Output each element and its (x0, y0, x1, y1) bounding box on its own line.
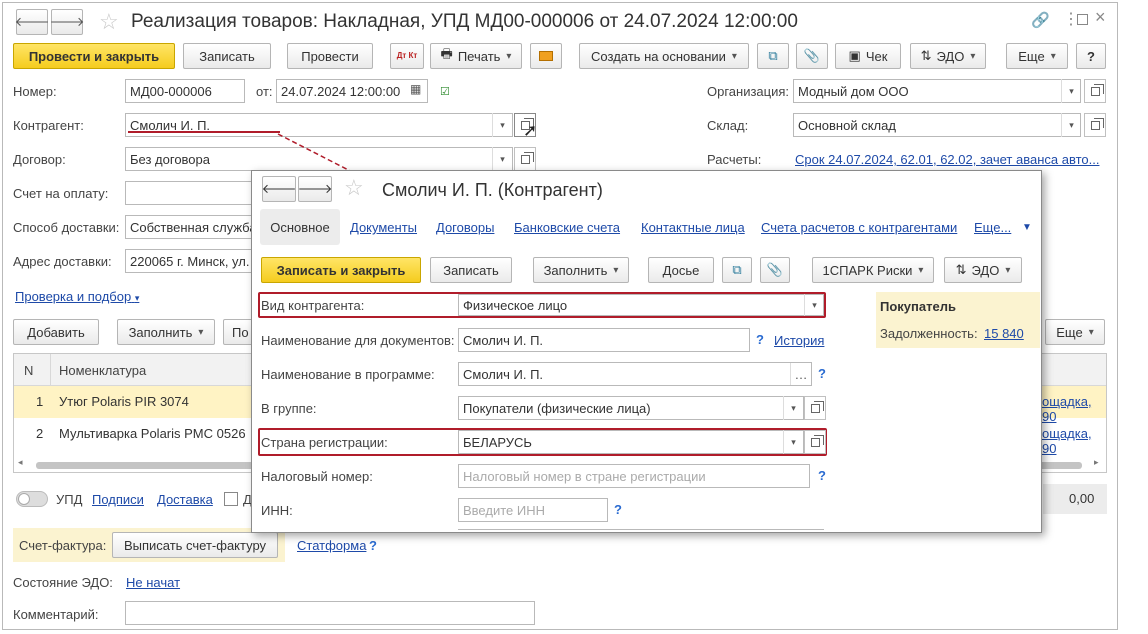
sub-attach-button[interactable]: 📎 (760, 257, 790, 283)
tab-contacts[interactable]: Контактные лица (641, 220, 745, 235)
country-input[interactable]: БЕЛАРУСЬ (458, 430, 804, 454)
debt-label: Задолженность: (880, 326, 978, 341)
debt-link[interactable]: 15 840 (984, 326, 1024, 341)
spark-risks-button[interactable]: 1СПАРК Риски (812, 257, 934, 283)
tax-number-input[interactable]: Налоговый номер в стране регистрации (458, 464, 810, 488)
tab-main[interactable]: Основное (260, 209, 340, 245)
group-value: Покупатели (физические лица) (463, 400, 651, 416)
paperclip-icon: 📎 (766, 262, 784, 277)
chevron-down-icon[interactable]: ▼ (1022, 222, 1032, 233)
sub-structure-button[interactable]: ⧉ (722, 257, 752, 283)
sub-fill-button[interactable]: Заполнить (533, 257, 629, 283)
structure-icon: ⧉ (732, 262, 742, 277)
history-link[interactable]: История (774, 333, 824, 348)
ellipsis-button[interactable]: … (790, 363, 811, 385)
tab-more[interactable]: Еще... (974, 220, 1011, 235)
tab-bank-accounts[interactable]: Банковские счета (514, 220, 620, 235)
inn-input[interactable]: Введите ИНН (458, 498, 608, 522)
country-label: Страна регистрации: (261, 435, 388, 450)
group-label: В группе: (261, 401, 317, 416)
help-icon[interactable]: ? (818, 468, 826, 483)
country-value: БЕЛАРУСЬ (463, 434, 532, 450)
help-icon[interactable]: ? (614, 502, 622, 517)
country-dropdown-icon[interactable]: ▾ (783, 430, 803, 454)
doc-name-value: Смолич И. П. (463, 332, 544, 348)
inn-label: ИНН: (261, 503, 293, 518)
sub-back-button[interactable]: 🡐 (262, 176, 296, 202)
tab-settlement-accounts[interactable]: Счета расчетов с контрагентами (761, 220, 957, 235)
program-name-value: Смолич И. П. (463, 366, 544, 382)
contractor-type-value: Физическое лицо (463, 297, 568, 313)
sub-forward-button[interactable]: 🡒 (298, 176, 332, 202)
sub-window-title: Смолич И. П. (Контрагент) (382, 180, 603, 200)
open-window-icon (810, 434, 824, 447)
tax-number-placeholder: Налоговый номер в стране регистрации (463, 468, 706, 484)
program-name-input[interactable]: Смолич И. П. (458, 362, 812, 386)
sub-edo-button[interactable]: ⇅ ЭДО (944, 257, 1022, 283)
tab-documents[interactable]: Документы (350, 220, 417, 235)
arrow-right-icon: 🡒 (297, 181, 333, 196)
contractor-window: 🡐 🡒 ☆ Смолич И. П. (Контрагент) Основное… (251, 170, 1042, 533)
doc-name-input[interactable]: Смолич И. П. (458, 328, 750, 352)
help-icon[interactable]: ? (756, 332, 764, 347)
open-window-icon (810, 400, 824, 413)
group-open-button[interactable] (804, 396, 826, 420)
group-dropdown-icon[interactable]: ▾ (783, 396, 803, 420)
buyer-title: Покупатель (880, 299, 956, 314)
contractor-type-dropdown-icon[interactable]: ▾ (804, 294, 824, 316)
inn-placeholder: Введите ИНН (463, 502, 545, 518)
sub-save-button[interactable]: Записать (430, 257, 512, 283)
sub-edo-label: ЭДО (971, 262, 1000, 278)
next-field-edge (458, 529, 824, 532)
contractor-type-select[interactable]: Физическое лицо (458, 294, 824, 316)
program-name-label: Наименование в программе: (261, 367, 435, 382)
country-open-button[interactable] (804, 430, 826, 454)
dossier-button[interactable]: Досье (648, 257, 714, 283)
tax-number-label: Налоговый номер: (261, 469, 373, 484)
help-icon[interactable]: ? (818, 366, 826, 381)
favorite-star-icon[interactable]: ☆ (344, 175, 364, 201)
tab-contracts[interactable]: Договоры (436, 220, 494, 235)
doc-name-label: Наименование для документов: (261, 333, 455, 348)
edo-icon: ⇅ (955, 262, 967, 277)
contractor-type-label: Вид контрагента: (261, 298, 365, 313)
group-input[interactable]: Покупатели (физические лица) (458, 396, 804, 420)
save-and-close-button[interactable]: Записать и закрыть (261, 257, 421, 283)
tab-main-label: Основное (270, 219, 330, 235)
arrow-left-icon: 🡐 (261, 181, 297, 196)
